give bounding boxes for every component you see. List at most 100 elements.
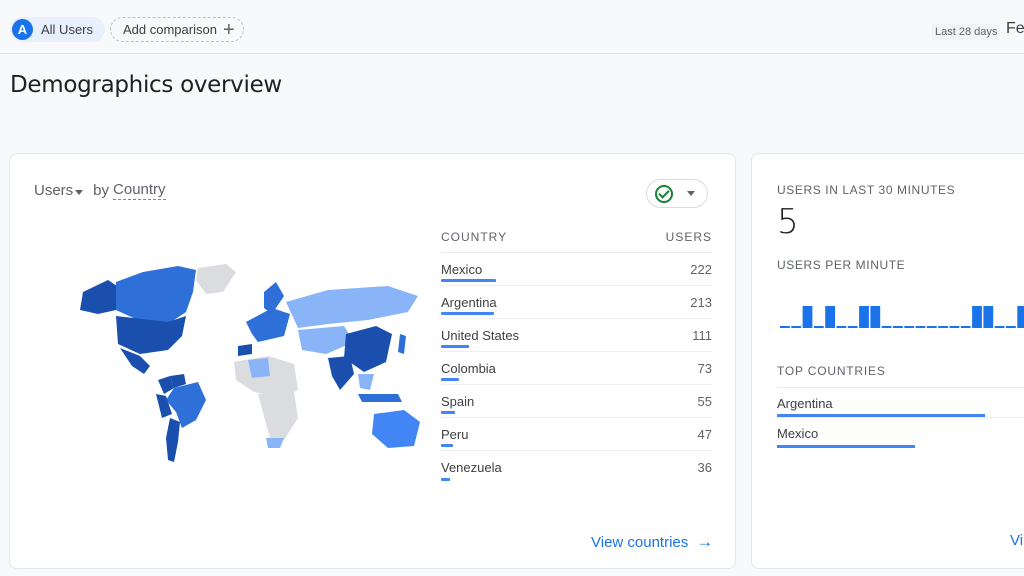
segment-chip-all-users[interactable]: A All Users <box>10 17 106 42</box>
caret-down-icon <box>75 190 84 195</box>
minute-bar <box>1017 306 1024 328</box>
caret-down-icon <box>687 191 695 196</box>
users-value: 55 <box>697 394 712 409</box>
users-value: 111 <box>692 328 712 343</box>
minute-bar <box>1006 326 1016 328</box>
country-name: Spain <box>441 394 475 409</box>
minute-bar <box>893 326 903 328</box>
minute-bar <box>904 326 915 328</box>
minute-bar <box>791 326 802 328</box>
map-region-central-africa <box>258 392 298 440</box>
metric-selector[interactable]: Users <box>34 182 89 199</box>
minute-bar <box>960 326 971 328</box>
minute-bar <box>915 326 926 328</box>
list-item[interactable]: Mexico <box>777 418 1024 448</box>
column-header-users[interactable]: USERS <box>666 230 712 252</box>
map-region-europe <box>246 308 290 342</box>
map-region-scandinavia <box>264 282 284 314</box>
table-row[interactable]: Argentina 213 <box>441 286 712 319</box>
value-bar <box>441 478 450 481</box>
minute-bar <box>994 326 1005 328</box>
view-countries-label: View countries <box>591 533 689 551</box>
plus-icon: + <box>222 18 235 41</box>
users-value: 222 <box>690 262 712 277</box>
minute-bar <box>870 306 881 328</box>
segment-label: All Users <box>41 22 94 37</box>
minute-bar <box>825 306 835 328</box>
map-region-spain <box>238 344 252 356</box>
country-name: Venezuela <box>441 460 502 475</box>
minute-bar <box>949 326 960 328</box>
check-circle-icon <box>655 184 673 203</box>
minute-bar <box>938 326 948 328</box>
top-bar: A All Users Add comparison + Last 28 day… <box>0 0 1024 54</box>
table-row[interactable]: Colombia 73 <box>441 352 712 385</box>
users-per-minute-chart <box>780 306 1024 328</box>
table-row[interactable]: Venezuela 36 <box>441 451 712 484</box>
table-row[interactable]: Peru 47 <box>441 418 712 451</box>
segment-avatar: A <box>12 19 33 40</box>
map-region-greenland <box>196 264 236 294</box>
minute-bar <box>813 326 824 328</box>
map-region-canada <box>116 266 196 324</box>
list-item[interactable]: Argentina <box>777 388 1024 418</box>
country-name: Mexico <box>441 262 483 277</box>
minute-bar <box>983 306 994 328</box>
world-map <box>80 264 420 462</box>
table-row[interactable]: United States 111 <box>441 319 712 352</box>
minute-bar <box>847 326 858 328</box>
map-region-usa <box>116 316 186 354</box>
table-row[interactable]: Spain 55 <box>441 385 712 418</box>
top-countries-list: TOP COUNTRIES Argentina Mexico <box>777 364 1024 448</box>
share-bar <box>777 445 915 448</box>
table-row[interactable]: Mexico 222 <box>441 253 712 286</box>
minute-bar <box>881 326 892 328</box>
users-value: 213 <box>690 295 712 310</box>
table-header: COUNTRY USERS <box>441 226 712 253</box>
minute-bar <box>859 306 869 328</box>
metric-label: Users <box>34 182 74 199</box>
country-name: Colombia <box>441 361 496 376</box>
users-30min-label: USERS IN LAST 30 MINUTES <box>777 183 956 197</box>
map-region-south-africa <box>266 438 284 448</box>
map-region-argentina <box>166 418 180 462</box>
map-region-se-asia <box>358 374 374 390</box>
value-bar <box>441 411 455 414</box>
add-comparison-button[interactable]: Add comparison + <box>110 17 244 42</box>
value-bar <box>441 279 496 282</box>
date-range-label: Last 28 days <box>932 24 1001 40</box>
view-realtime-link[interactable]: Vi <box>1010 532 1023 549</box>
share-bar <box>777 414 985 417</box>
realtime-card: USERS IN LAST 30 MINUTES 5 USERS PER MIN… <box>751 153 1024 569</box>
users-by-country-card: Users by Country COUNTRY USERS Mexico 22… <box>9 153 736 569</box>
map-region-alaska <box>80 280 120 314</box>
country-name: Argentina <box>777 396 833 411</box>
minute-bar <box>836 326 847 328</box>
date-range-picker[interactable]: Feb <box>1006 20 1024 38</box>
minute-bar <box>802 306 813 328</box>
dimension-prefix: by <box>93 182 110 199</box>
users-value: 36 <box>697 460 712 475</box>
value-bar <box>441 444 453 447</box>
map-region-indonesia <box>358 394 402 402</box>
users-value: 47 <box>697 427 712 442</box>
country-name: Peru <box>441 427 469 442</box>
view-countries-link[interactable]: View countries → <box>591 532 713 552</box>
arrow-right-icon: → <box>696 532 714 551</box>
users-per-minute-label: USERS PER MINUTE <box>777 258 906 272</box>
top-countries-header: TOP COUNTRIES <box>777 364 1024 388</box>
users-30min-value: 5 <box>777 202 799 242</box>
value-bar <box>441 345 469 348</box>
insights-status-button[interactable] <box>646 179 708 208</box>
country-name: United States <box>441 328 520 343</box>
map-region-australia <box>372 410 420 448</box>
map-region-russia <box>286 286 418 328</box>
column-header-country[interactable]: COUNTRY <box>441 230 507 252</box>
value-bar <box>441 378 460 381</box>
country-name: Argentina <box>441 295 497 310</box>
minute-bar <box>780 326 790 328</box>
page-title: Demographics overview <box>10 72 282 98</box>
minute-bar <box>926 326 937 328</box>
value-bar <box>441 312 494 315</box>
dimension-label[interactable]: Country <box>113 181 166 200</box>
